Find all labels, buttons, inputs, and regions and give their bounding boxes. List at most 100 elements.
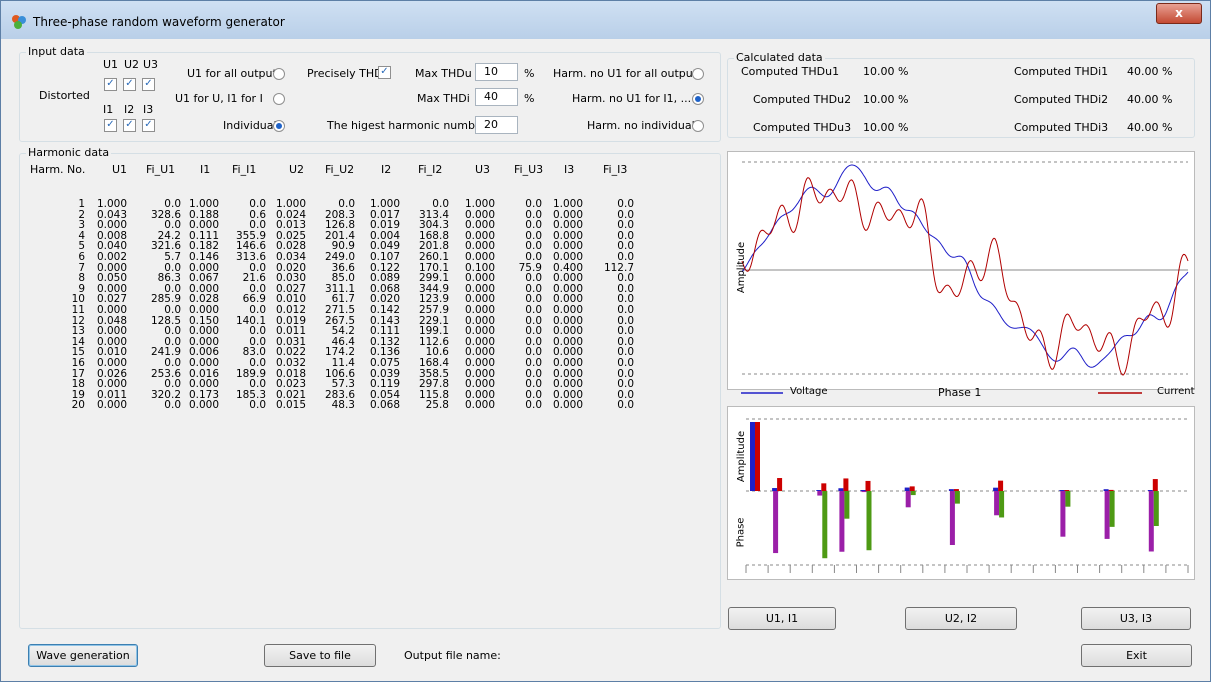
harmonic-cell: 1.000 bbox=[369, 198, 400, 210]
u-amplitude-bar bbox=[1103, 489, 1109, 491]
harmonic-cell: 0.0 bbox=[525, 399, 542, 412]
i-phase-bar bbox=[910, 491, 916, 496]
harmonic-cell: 5.7 bbox=[164, 251, 181, 263]
thdu3-label: Computed THDu3 bbox=[753, 121, 852, 134]
i-amplitude-bar bbox=[865, 480, 871, 491]
harmonic-header: U3 bbox=[475, 163, 491, 176]
u-phase-bar bbox=[994, 491, 1000, 516]
max-thdi-input[interactable]: 40 bbox=[475, 88, 518, 106]
thdi1-value: 40.00 % bbox=[1127, 65, 1173, 78]
harmonic-cell: 0.000 bbox=[552, 399, 583, 412]
spectrum-amp-label: Amplitude bbox=[736, 430, 748, 483]
harmonic-cell: 313.6 bbox=[235, 251, 266, 263]
harmonic-cell: 0.0 bbox=[249, 357, 266, 369]
harmonic-header: I2 bbox=[381, 163, 392, 176]
i1-header: I1 bbox=[103, 103, 114, 116]
highest-harmonic-label: The higest harmonic number bbox=[327, 119, 487, 132]
client-area: Input data U1 U2 U3 Distorted ✓ ✓ ✓ I1 I… bbox=[9, 41, 1204, 675]
max-thdu-input[interactable]: 10 bbox=[475, 63, 518, 81]
harmonic-cell: 0.075 bbox=[369, 357, 400, 369]
u-phase-bar bbox=[817, 491, 823, 496]
harmonic-cell: 0.0 bbox=[164, 399, 181, 412]
harmonic-cell: 0.012 bbox=[275, 304, 306, 316]
phase-1-label: Phase 1 bbox=[938, 386, 982, 399]
max-thdu-percent: % bbox=[524, 67, 535, 80]
i-amplitude-bar bbox=[953, 489, 959, 491]
u3-header: U3 bbox=[143, 58, 159, 71]
harmonic-cell: 0.142 bbox=[369, 304, 400, 316]
harmonic-header: I3 bbox=[564, 163, 575, 176]
wave-generation-button[interactable]: Wave generation bbox=[28, 644, 138, 667]
harmonic-cell: 271.5 bbox=[324, 304, 355, 316]
i-phase-bar bbox=[1065, 491, 1071, 507]
harmonic-cell: 0.0 bbox=[164, 304, 181, 316]
distorted-i2-checkbox[interactable]: ✓ bbox=[123, 119, 136, 132]
harmonic-cell: 20 bbox=[71, 399, 85, 412]
waveform-ylabel: Amplitude bbox=[736, 241, 748, 294]
harmonic-header: Fi_I3 bbox=[603, 163, 628, 176]
harm-all-outputs-radio[interactable] bbox=[692, 68, 704, 80]
harmonic-cell: 1 bbox=[78, 198, 85, 210]
thdi2-label: Computed THDi2 bbox=[1014, 93, 1109, 106]
thdi3-label: Computed THDi3 bbox=[1014, 121, 1109, 134]
harmonic-cell: 0.000 bbox=[464, 251, 495, 263]
max-thdi-label: Max THDi bbox=[417, 92, 470, 105]
harmonic-cell: 0.0 bbox=[432, 198, 449, 210]
individual-label: Individual bbox=[223, 119, 277, 132]
u1-i1-button[interactable]: U1, I1 bbox=[728, 607, 836, 630]
u2-i2-button[interactable]: U2, I2 bbox=[905, 607, 1017, 630]
harmonic-cell: 0.000 bbox=[464, 357, 495, 369]
harmonic-cell: 0.000 bbox=[96, 304, 127, 316]
harmonic-cell: 0.146 bbox=[188, 251, 219, 263]
harmonic-cell: 0.0 bbox=[617, 399, 634, 412]
precisely-thd-checkbox[interactable]: ✓ bbox=[378, 66, 391, 79]
harmonic-cell: 0.0 bbox=[617, 251, 634, 263]
thdu1-label: Computed THDu1 bbox=[741, 65, 840, 78]
harm-i1-radio[interactable] bbox=[692, 93, 704, 105]
u-phase-bar bbox=[1148, 491, 1154, 552]
harmonic-cell: 1.000 bbox=[96, 198, 127, 210]
harmonic-cell: 11.4 bbox=[331, 357, 355, 369]
u-phase-bar bbox=[839, 491, 845, 552]
u-amplitude-bar bbox=[860, 490, 866, 491]
u1-all-outputs-radio[interactable] bbox=[273, 68, 285, 80]
u1-all-outputs-label: U1 for all outputs bbox=[187, 67, 283, 80]
harmonic-cell: 0.000 bbox=[188, 357, 219, 369]
harmonic-cell: 0.0 bbox=[617, 357, 634, 369]
calculated-data-title: Calculated data bbox=[734, 51, 825, 64]
distorted-u2-checkbox[interactable]: ✓ bbox=[123, 78, 136, 91]
highest-harmonic-input[interactable]: 20 bbox=[475, 116, 518, 134]
distorted-i3-checkbox[interactable]: ✓ bbox=[142, 119, 155, 132]
harmonic-cell: 1.000 bbox=[188, 198, 219, 210]
u1-u-i1-i-radio[interactable] bbox=[273, 93, 285, 105]
save-to-file-button[interactable]: Save to file bbox=[264, 644, 376, 667]
i3-header: I3 bbox=[143, 103, 154, 116]
harm-individual-radio[interactable] bbox=[692, 120, 704, 132]
distorted-u3-checkbox[interactable]: ✓ bbox=[142, 78, 155, 91]
individual-radio[interactable] bbox=[273, 120, 285, 132]
u-amplitude-bar bbox=[838, 488, 844, 491]
u-amplitude-bar bbox=[816, 490, 822, 491]
harmonic-cell: 0.000 bbox=[96, 399, 127, 412]
u3-i3-button[interactable]: U3, I3 bbox=[1081, 607, 1191, 630]
exit-button[interactable]: Exit bbox=[1081, 644, 1192, 667]
u-phase-bar bbox=[861, 491, 867, 493]
harmonic-cell: 0.000 bbox=[188, 399, 219, 412]
close-button[interactable]: x bbox=[1156, 3, 1202, 24]
u-phase-bar bbox=[949, 491, 955, 546]
i-phase-bar bbox=[822, 491, 828, 559]
u-amplitude-bar bbox=[772, 488, 778, 491]
harmonic-cell: 0.068 bbox=[369, 399, 400, 412]
voltage-legend-label: Voltage bbox=[790, 386, 828, 397]
u-phase-bar bbox=[773, 491, 779, 554]
harmonic-cell: 0.000 bbox=[96, 357, 127, 369]
output-file-name-label: Output file name: bbox=[404, 649, 501, 662]
max-thdi-percent: % bbox=[524, 92, 535, 105]
harmonic-cell: 168.4 bbox=[418, 357, 449, 369]
harmonic-cell: 0.107 bbox=[369, 251, 400, 263]
harmonic-cell: 0.0 bbox=[249, 198, 266, 210]
harmonic-header: Fi_U3 bbox=[514, 163, 544, 176]
distorted-i1-checkbox[interactable]: ✓ bbox=[104, 119, 117, 132]
distorted-u1-checkbox[interactable]: ✓ bbox=[104, 78, 117, 91]
i-amplitude-bar bbox=[998, 480, 1004, 491]
